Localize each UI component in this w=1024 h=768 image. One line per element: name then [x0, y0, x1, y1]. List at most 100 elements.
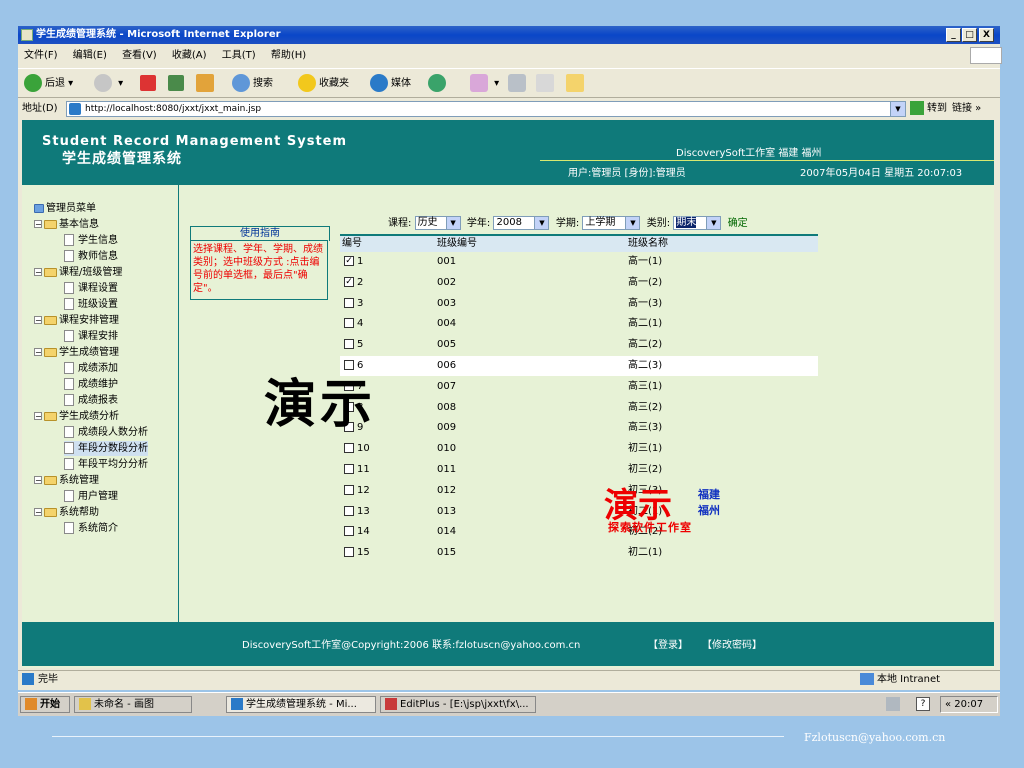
- links-button[interactable]: 链接 »: [952, 99, 981, 119]
- close-button[interactable]: X: [979, 28, 994, 42]
- row-checkbox[interactable]: [344, 318, 354, 329]
- table-row[interactable]: 10 010 初三(1): [340, 439, 818, 459]
- start-button[interactable]: 开始: [20, 696, 70, 713]
- sidebar-item-course-class[interactable]: − 课程/班级管理: [34, 265, 122, 280]
- collapse-icon[interactable]: −: [34, 508, 42, 517]
- table-row[interactable]: ✓ 2 002 高一(2): [340, 273, 818, 293]
- maximize-button[interactable]: □: [962, 28, 977, 42]
- login-link[interactable]: 【登录】: [648, 636, 688, 651]
- help-tray-icon[interactable]: ?: [916, 697, 930, 711]
- task-ie[interactable]: 学生成绩管理系统 - Mi...: [226, 696, 376, 713]
- sidebar-item-score-analysis[interactable]: − 学生成绩分析: [34, 409, 119, 424]
- collapse-icon[interactable]: −: [34, 316, 42, 325]
- course-select[interactable]: 历史 ▼: [414, 216, 461, 230]
- sidebar-item-score-mgmt[interactable]: − 学生成绩管理: [34, 345, 119, 360]
- row-class-name: 高一(1): [628, 256, 663, 267]
- sidebar-item-user-mgmt[interactable]: 用户管理: [64, 489, 118, 504]
- table-row[interactable]: 15 015 初二(1): [340, 543, 818, 563]
- collapse-icon[interactable]: −: [34, 268, 42, 277]
- document-icon: [64, 234, 74, 246]
- table-row[interactable]: 9 009 高三(3): [340, 418, 818, 438]
- address-dropdown-icon[interactable]: ▼: [890, 102, 905, 116]
- go-button[interactable]: 转到: [910, 99, 947, 119]
- edit-button[interactable]: [536, 74, 557, 94]
- address-input[interactable]: http://localhost:8080/jxxt/jxxt_main.jsp…: [66, 101, 906, 117]
- menu-favorites[interactable]: 收藏(A): [172, 50, 207, 61]
- sidebar-item-range-count[interactable]: 成绩段人数分析: [64, 425, 148, 440]
- refresh-button[interactable]: [168, 74, 187, 94]
- stop-button[interactable]: [140, 74, 159, 94]
- history-button[interactable]: [428, 74, 449, 94]
- row-checkbox[interactable]: [344, 339, 354, 350]
- row-checkbox[interactable]: [344, 297, 354, 308]
- sidebar-item-score-add[interactable]: 成绩添加: [64, 361, 118, 376]
- confirm-button[interactable]: 确定: [728, 218, 748, 229]
- menu-view[interactable]: 查看(V): [122, 50, 157, 61]
- collapse-icon[interactable]: −: [34, 412, 42, 421]
- home-button[interactable]: [196, 74, 217, 94]
- admin-icon: [34, 203, 44, 213]
- sidebar-item-system-help[interactable]: − 系统帮助: [34, 505, 99, 520]
- back-button[interactable]: 后退 ▾: [24, 74, 73, 94]
- collapse-icon[interactable]: −: [34, 220, 42, 229]
- sidebar-item-score-maintain[interactable]: 成绩维护: [64, 377, 118, 392]
- sidebar-item-score-report[interactable]: 成绩报表: [64, 393, 118, 408]
- forward-button[interactable]: ▾: [94, 74, 123, 94]
- folder-button[interactable]: [566, 74, 587, 94]
- sidebar-item-schedule[interactable]: 课程安排: [64, 329, 118, 344]
- task-label: 学生成绩管理系统 - Mi...: [246, 699, 357, 710]
- sidebar-item-basic-info[interactable]: − 基本信息: [34, 217, 99, 232]
- table-row[interactable]: 3 003 高一(3): [340, 294, 818, 314]
- sidebar-item-class-setup[interactable]: 班级设置: [64, 297, 118, 312]
- minimize-button[interactable]: _: [946, 28, 961, 42]
- table-row[interactable]: ✓ 1 001 高一(1): [340, 252, 818, 272]
- row-checkbox[interactable]: [344, 547, 354, 558]
- change-password-link[interactable]: 【修改密码】: [702, 636, 762, 651]
- row-checkbox[interactable]: [344, 443, 354, 454]
- type-select[interactable]: 期末 ▼: [673, 216, 722, 230]
- sidebar-item-schedule-mgmt[interactable]: − 课程安排管理: [34, 313, 119, 328]
- sidebar-item-grade-average[interactable]: 年段平均分分析: [64, 457, 148, 472]
- row-checkbox[interactable]: [344, 464, 354, 474]
- printer-tray-icon[interactable]: [886, 697, 900, 711]
- row-checkbox[interactable]: ✓: [344, 256, 354, 266]
- menu-tools[interactable]: 工具(T): [222, 50, 256, 61]
- sidebar-item-student-info[interactable]: 学生信息: [64, 233, 118, 248]
- table-row[interactable]: 11 011 初三(2): [340, 460, 818, 480]
- collapse-icon[interactable]: −: [34, 476, 42, 485]
- sidebar-item-system-intro[interactable]: 系统简介: [64, 521, 118, 536]
- table-row[interactable]: 12 012 初三(3): [340, 481, 818, 501]
- collapse-icon[interactable]: −: [34, 348, 42, 357]
- row-checkbox[interactable]: [344, 505, 354, 516]
- term-select[interactable]: 上学期 ▼: [582, 216, 641, 230]
- year-select[interactable]: 2008 ▼: [493, 216, 550, 230]
- table-row[interactable]: 14 014 初二(2): [340, 522, 818, 542]
- table-row[interactable]: 7 007 高三(1): [340, 377, 818, 397]
- row-checkbox[interactable]: [344, 484, 354, 495]
- row-checkbox[interactable]: [344, 526, 354, 537]
- sidebar-item-course-setup[interactable]: 课程设置: [64, 281, 118, 296]
- sidebar-item-grade-range[interactable]: 年段分数段分析: [64, 441, 148, 456]
- task-paint[interactable]: 未命名 - 画图: [74, 696, 192, 713]
- sidebar-item-system-mgmt[interactable]: − 系统管理: [34, 473, 99, 488]
- search-button[interactable]: 搜索: [232, 74, 273, 94]
- table-row[interactable]: 8 008 高三(2): [340, 398, 818, 418]
- table-row[interactable]: 6 006 高二(3): [340, 356, 818, 376]
- table-row[interactable]: 4 004 高二(1): [340, 314, 818, 334]
- menu-help[interactable]: 帮助(H): [271, 50, 306, 61]
- task-editplus[interactable]: EditPlus - [E:\jsp\jxxt\fx\...: [380, 696, 536, 713]
- media-button[interactable]: 媒体: [370, 74, 411, 94]
- menu-edit[interactable]: 编辑(E): [73, 50, 107, 61]
- folder-open-icon: [44, 411, 57, 421]
- sidebar-item-teacher-info[interactable]: 教师信息: [64, 249, 118, 264]
- stamp-fujian: 福建: [698, 488, 720, 501]
- print-button[interactable]: [508, 74, 529, 94]
- row-class-code: 006: [437, 360, 457, 371]
- row-checkbox[interactable]: ✓: [344, 276, 354, 287]
- title-bar[interactable]: 学生成绩管理系统 - Microsoft Internet Explorer _…: [18, 26, 1000, 44]
- menu-file[interactable]: 文件(F): [24, 50, 58, 61]
- mail-button[interactable]: ▾: [470, 74, 499, 94]
- favorites-button[interactable]: 收藏夹: [298, 74, 349, 94]
- table-row[interactable]: 13 013 初二(1): [340, 502, 818, 522]
- table-row[interactable]: 5 005 高二(2): [340, 335, 818, 355]
